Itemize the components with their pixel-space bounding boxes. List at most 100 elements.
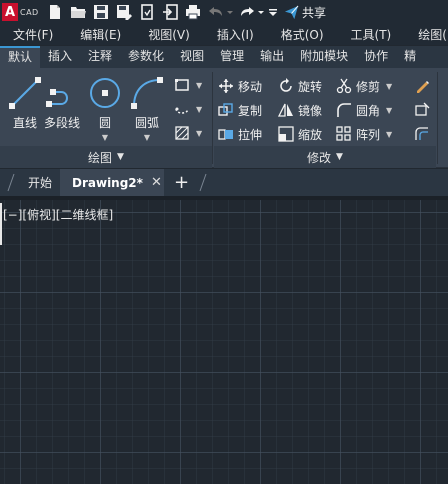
tab-parametric[interactable]: 参数化 xyxy=(120,46,172,68)
draw-panel-expand-icon: ▼ xyxy=(117,152,124,162)
customize-qat-icon[interactable] xyxy=(268,2,278,22)
save-icon[interactable] xyxy=(91,2,111,22)
hatch-icon[interactable] xyxy=(173,100,191,118)
menu-edit[interactable]: 编辑(E) xyxy=(67,26,121,43)
stretch-label: 拉伸 xyxy=(238,127,263,142)
hatch-dropdown-icon[interactable]: ▼ xyxy=(196,105,202,114)
close-tab-icon[interactable]: ✕ xyxy=(151,175,162,190)
mirror-icon xyxy=(278,103,293,117)
circle-dropdown-icon[interactable]: ▼ xyxy=(102,133,108,142)
rotate-label: 旋转 xyxy=(298,79,323,94)
stretch-tool[interactable]: 拉伸 xyxy=(218,124,262,144)
tab-addins[interactable]: 附加模块 xyxy=(292,46,356,68)
redo-icon[interactable] xyxy=(237,2,257,22)
line-icon xyxy=(9,77,41,109)
new-file-icon[interactable] xyxy=(45,2,65,22)
draw-panel-footer[interactable]: 绘图 ▼ xyxy=(0,146,212,168)
share-label: 共享 xyxy=(302,5,327,20)
tab-default[interactable]: 默认 xyxy=(0,46,41,68)
viewport-controls[interactable]: [−][俯视][二维线框] xyxy=(3,206,113,223)
pencil-eraser-icon xyxy=(417,81,429,93)
erase-tool[interactable] xyxy=(414,76,434,96)
plot-icon[interactable] xyxy=(183,2,203,22)
menu-insert[interactable]: 插入(I) xyxy=(204,26,254,43)
polyline-tool[interactable]: 多段线 xyxy=(44,76,80,131)
move-tool[interactable]: 移动 xyxy=(218,76,262,96)
tab-separator xyxy=(7,173,15,192)
fillet-tool[interactable]: 圆角 ▼ xyxy=(336,100,392,120)
menu-bar: 文件(F) 编辑(E) 视图(V) 插入(I) 格式(O) 工具(T) 绘图(D… xyxy=(0,24,448,45)
autocad-window: A CAD 共享 文件(F) 编辑(E) 视图(V) 插入(I) 格式(O) 工… xyxy=(0,0,448,484)
undo-icon[interactable] xyxy=(206,2,226,22)
draw-panel-title: 绘图 xyxy=(88,150,113,165)
publish-icon[interactable] xyxy=(137,2,157,22)
trim-dropdown-icon[interactable]: ▼ xyxy=(386,82,392,91)
array-dropdown-icon[interactable]: ▼ xyxy=(386,130,392,139)
array-tool[interactable]: 阵列 ▼ xyxy=(336,124,392,144)
logo-text: CAD xyxy=(20,7,39,17)
menu-view[interactable]: 视图(V) xyxy=(135,26,190,43)
drawing-tab[interactable]: Drawing2* ✕ xyxy=(60,169,164,196)
tab-view[interactable]: 视图 xyxy=(172,46,212,68)
redo-dropdown-icon[interactable] xyxy=(257,2,265,22)
rectangle-dropdown-icon[interactable]: ▼ xyxy=(196,81,202,90)
quick-access-toolbar: A CAD 共享 xyxy=(0,0,448,24)
copy-tool[interactable]: 复制 xyxy=(218,100,262,120)
menu-draw[interactable]: 绘图(D) xyxy=(405,26,448,43)
drawing-tab-label: Drawing2* xyxy=(72,175,143,190)
trim-label: 修剪 xyxy=(356,79,381,94)
offset-icon xyxy=(415,127,428,140)
scale-tool[interactable]: 缩放 xyxy=(278,124,322,144)
offset-tool[interactable] xyxy=(414,124,434,144)
menu-file[interactable]: 文件(F) xyxy=(0,26,53,43)
app-logo[interactable]: A CAD xyxy=(2,2,42,22)
move-icon xyxy=(219,79,233,93)
circle-icon xyxy=(90,78,120,108)
boundary-dropdown-icon[interactable]: ▼ xyxy=(196,129,202,138)
tab-collaborate[interactable]: 协作 xyxy=(356,46,396,68)
export-icon[interactable] xyxy=(160,2,180,22)
modify-panel-footer[interactable]: 修改 ▼ xyxy=(214,146,436,168)
circle-tool[interactable]: 圆 ▼ xyxy=(88,76,122,142)
rotate-tool[interactable]: 旋转 xyxy=(278,76,322,96)
tab-separator-end xyxy=(199,173,207,192)
panel-divider xyxy=(212,72,213,164)
start-tab[interactable]: 开始 xyxy=(22,169,58,196)
menu-tools[interactable]: 工具(T) xyxy=(338,26,392,43)
trim-tool[interactable]: 修剪 ▼ xyxy=(336,76,392,96)
arc-icon xyxy=(131,77,163,109)
tab-manage[interactable]: 管理 xyxy=(212,46,252,68)
line-tool[interactable]: 直线 xyxy=(8,76,42,131)
mirror-tool[interactable]: 镜像 xyxy=(278,100,322,120)
undo-dropdown-icon[interactable] xyxy=(226,2,234,22)
start-tab-label: 开始 xyxy=(28,176,53,190)
share-button[interactable]: 共享 xyxy=(284,4,326,21)
tab-insert[interactable]: 插入 xyxy=(40,46,80,68)
trim-icon xyxy=(336,78,352,94)
modify-panel-expand-icon: ▼ xyxy=(336,152,343,162)
tab-annotate[interactable]: 注释 xyxy=(80,46,120,68)
arc-label: 圆弧 xyxy=(134,116,159,130)
explode-icon xyxy=(415,102,430,116)
fillet-dropdown-icon[interactable]: ▼ xyxy=(386,106,392,115)
arc-dropdown-icon[interactable]: ▼ xyxy=(144,133,150,142)
tab-featured[interactable]: 精 xyxy=(396,46,424,68)
array-icon xyxy=(336,126,351,141)
ucs-indicator xyxy=(0,203,2,245)
draw-panel: 直线 多段线 圆 ▼ 圆弧 ▼ ▼ ▼ ▼ 绘图 ▼ xyxy=(0,68,212,168)
boundary-icon[interactable] xyxy=(173,124,191,142)
open-folder-icon[interactable] xyxy=(68,2,88,22)
polyline-label: 多段线 xyxy=(44,116,81,130)
fillet-label: 圆角 xyxy=(356,103,381,118)
tab-output[interactable]: 输出 xyxy=(252,46,292,68)
logo-letter: A xyxy=(2,3,18,21)
explode-tool[interactable] xyxy=(414,100,434,120)
save-as-icon[interactable] xyxy=(114,2,134,22)
new-tab-icon[interactable]: + xyxy=(174,172,189,193)
arc-tool[interactable]: 圆弧 ▼ xyxy=(130,76,164,142)
mirror-label: 镜像 xyxy=(298,103,323,118)
rectangle-icon[interactable] xyxy=(173,76,191,94)
drawing-canvas[interactable] xyxy=(0,196,448,484)
menu-format[interactable]: 格式(O) xyxy=(268,26,324,43)
modify-panel-title: 修改 xyxy=(307,150,332,165)
